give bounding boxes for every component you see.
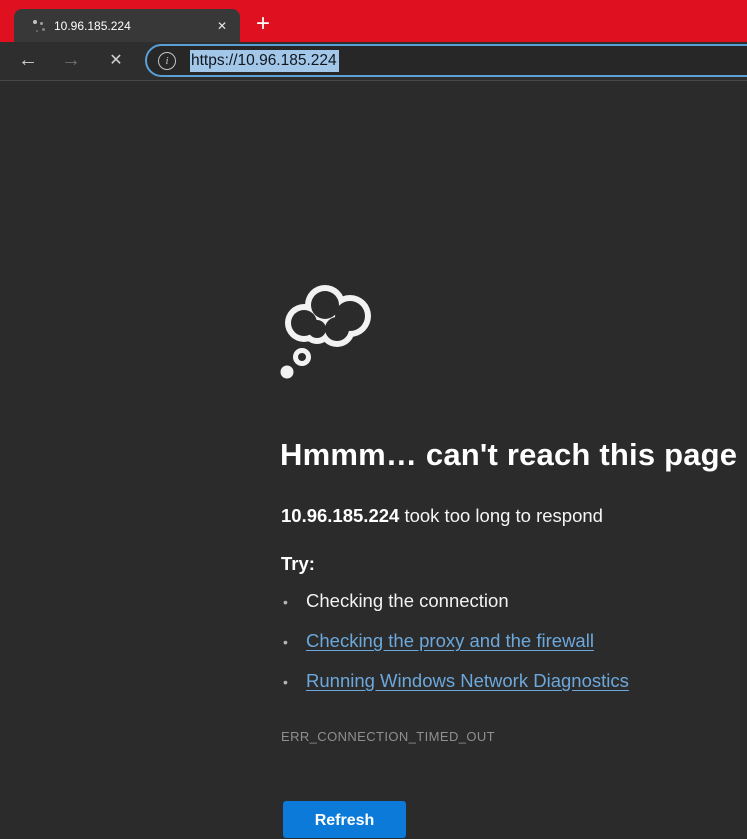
list-item: • Checking the proxy and the firewall <box>283 630 703 670</box>
error-page: Hmmm… can't reach this page 10.96.185.22… <box>0 81 747 772</box>
bullet-icon: • <box>283 634 306 650</box>
suggestion-checking-connection: Checking the connection <box>306 590 509 612</box>
back-button[interactable]: ← <box>12 45 44 77</box>
link-checking-proxy-firewall[interactable]: Checking the proxy and the firewall <box>306 630 594 652</box>
address-bar[interactable]: i https://10.96.185.224 <box>145 44 747 77</box>
error-subtitle: 10.96.185.224 took too long to respond <box>281 505 603 527</box>
link-network-diagnostics[interactable]: Running Windows Network Diagnostics <box>306 670 629 692</box>
error-title: Hmmm… can't reach this page <box>280 437 737 473</box>
tab-title: 10.96.185.224 <box>54 19 212 33</box>
list-item: • Checking the connection <box>283 590 703 630</box>
suggestion-list: • Checking the connection • Checking the… <box>283 590 703 710</box>
try-heading: Try: <box>281 553 315 575</box>
site-info-icon[interactable]: i <box>158 52 176 70</box>
error-code: ERR_CONNECTION_TIMED_OUT <box>281 729 495 744</box>
bullet-icon: • <box>283 594 306 610</box>
browser-tab[interactable]: 10.96.185.224 ✕ <box>14 9 240 42</box>
list-item: • Running Windows Network Diagnostics <box>283 670 703 710</box>
stop-button[interactable]: ✕ <box>100 45 132 77</box>
tab-close-icon[interactable]: ✕ <box>212 17 232 35</box>
refresh-button[interactable]: Refresh <box>283 801 406 838</box>
error-subtitle-rest: took too long to respond <box>399 505 603 526</box>
url-input[interactable]: https://10.96.185.224 <box>190 52 339 70</box>
window-titlebar: 10.96.185.224 ✕ + <box>0 0 747 42</box>
url-selected-text: https://10.96.185.224 <box>190 50 339 72</box>
thought-cloud-icon <box>277 277 375 379</box>
tab-loading-spinner-icon <box>32 19 46 33</box>
error-host: 10.96.185.224 <box>281 505 399 526</box>
forward-button: → <box>55 45 87 77</box>
new-tab-button[interactable]: + <box>247 9 279 41</box>
bullet-icon: • <box>283 674 306 690</box>
